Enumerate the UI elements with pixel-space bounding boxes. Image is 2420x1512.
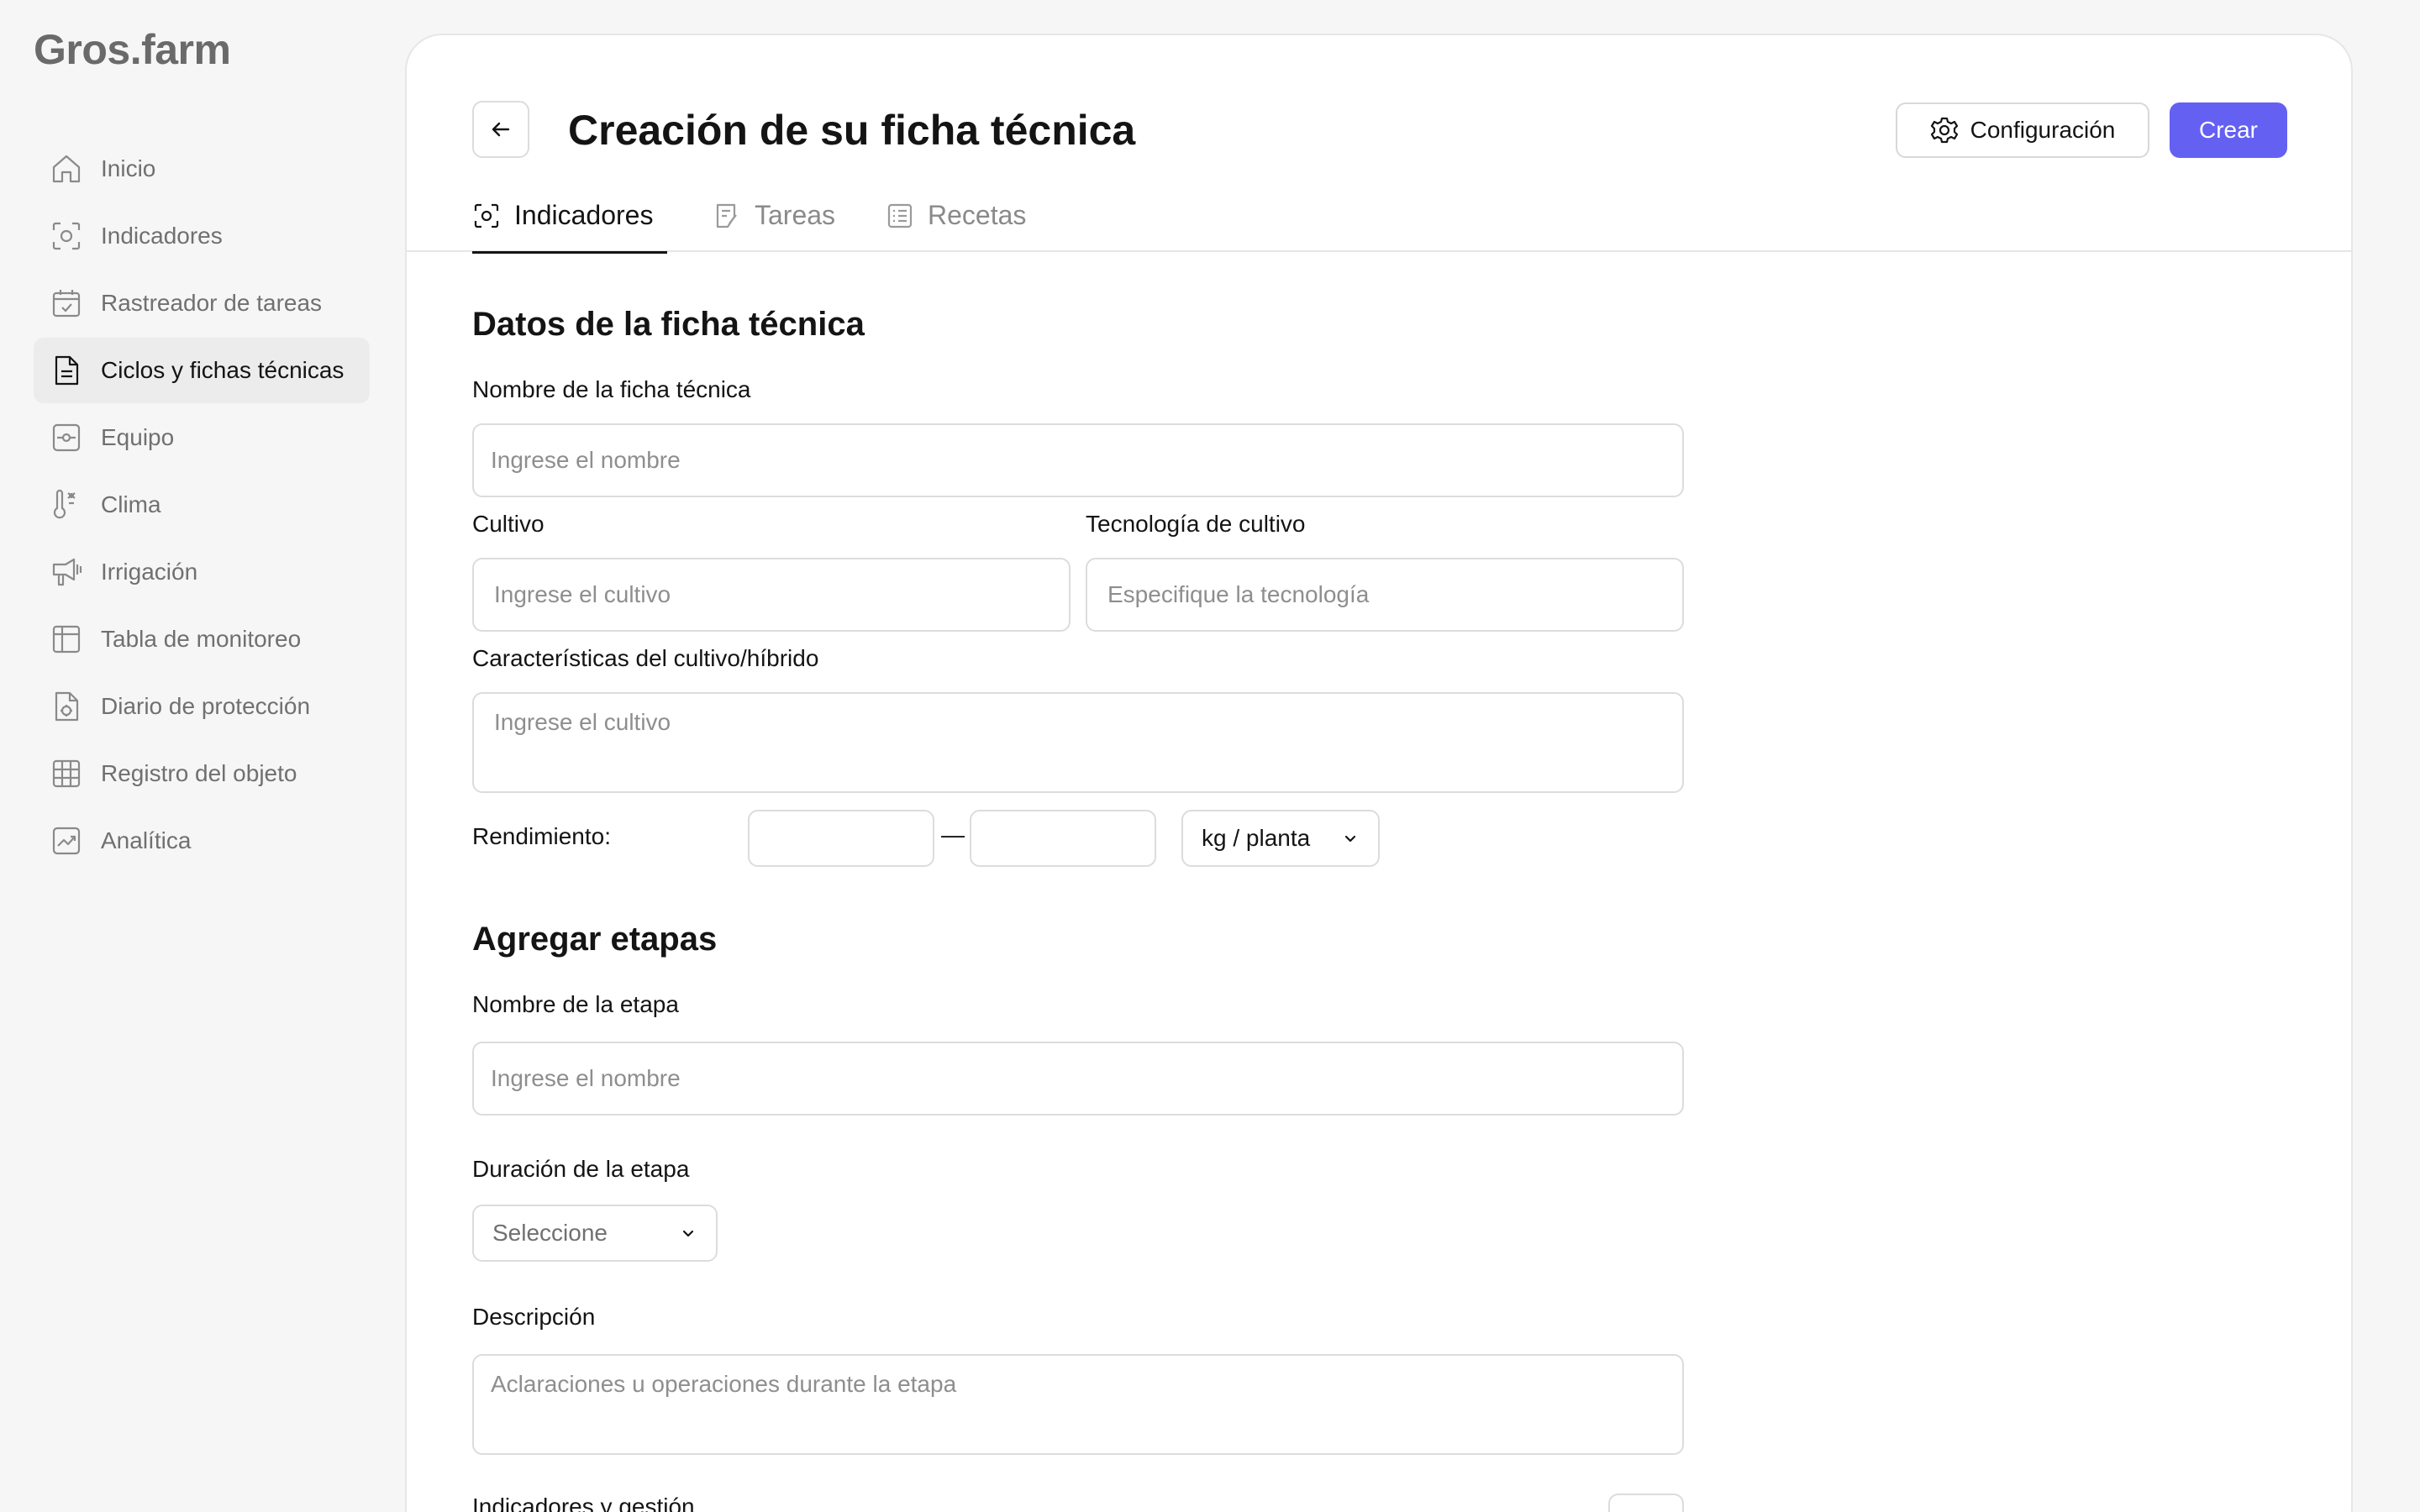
tab-tareas[interactable]: Tareas [713, 200, 835, 252]
stage-name-input[interactable] [472, 1042, 1684, 1116]
sidebar-nav: Inicio Indicadores Rastreador de tareas … [34, 136, 370, 875]
thermometer-icon [49, 487, 84, 522]
sidebar-item-label: Irrigación [101, 559, 198, 585]
indicators-management-label: Indicadores y gestión [472, 1494, 695, 1512]
sidebar-item-equipo[interactable]: Equipo [34, 405, 370, 470]
technology-input[interactable] [1086, 558, 1684, 632]
yield-unit-select[interactable]: kg / planta [1181, 810, 1380, 867]
sidebar-item-label: Rastreador de tareas [101, 290, 323, 316]
technology-label: Tecnología de cultivo [1086, 511, 1306, 537]
grid-icon [49, 756, 84, 791]
sidebar: Gros.farm Inicio Indicadores Rastreador … [0, 0, 405, 1512]
sidebar-item-clima[interactable]: Clima [34, 472, 370, 538]
sidebar-item-label: Analítica [101, 827, 192, 853]
sidebar-item-tabla-monitoreo[interactable]: Tabla de monitoreo [34, 606, 370, 672]
sidebar-item-label: Diario de protección [101, 693, 311, 719]
sidebar-item-analitica[interactable]: Analítica [34, 808, 370, 874]
protection-diary-icon [49, 689, 84, 724]
section-title-etapas: Agregar etapas [472, 921, 718, 958]
gear-icon [1930, 117, 1958, 144]
sidebar-item-diario[interactable]: Diario de protección [34, 674, 370, 739]
back-button[interactable] [472, 101, 529, 158]
sidebar-item-label: Indicadores [101, 223, 223, 249]
app: Gros.farm Inicio Indicadores Rastreador … [0, 0, 2420, 1512]
table-icon [49, 622, 84, 657]
sidebar-item-irrigacion[interactable]: Irrigación [34, 539, 370, 605]
yield-separator: — [941, 822, 965, 848]
sidebar-item-label: Equipo [101, 424, 175, 450]
chevron-down-icon [682, 1230, 694, 1237]
list-icon [886, 202, 914, 230]
duration-value: Seleccione [492, 1220, 608, 1246]
duration-select[interactable]: Seleccione [472, 1205, 718, 1262]
features-textarea[interactable] [472, 692, 1684, 793]
sidebar-item-rastreador[interactable]: Rastreador de tareas [34, 270, 370, 336]
sidebar-item-label: Ciclos y fichas técnicas [101, 357, 345, 383]
section-title-datos: Datos de la ficha técnica [472, 306, 865, 343]
home-icon [49, 151, 84, 186]
sidebar-item-registro[interactable]: Registro del objeto [34, 741, 370, 806]
configuration-button[interactable]: Configuración [1896, 102, 2149, 158]
main-card: Creación de su ficha técnica Configuraci… [405, 34, 2353, 1512]
sidebar-item-label: Inicio [101, 155, 156, 181]
calendar-check-icon [49, 286, 84, 321]
yield-max-input[interactable] [970, 810, 1156, 867]
tab-bar: Indicadores Tareas Recetas [407, 200, 2351, 254]
page-title: Creación de su ficha técnica [568, 107, 1136, 154]
document-icon [49, 353, 84, 388]
yield-unit-value: kg / planta [1202, 825, 1311, 851]
tab-label: Indicadores [514, 200, 654, 230]
tab-indicadores[interactable]: Indicadores [472, 200, 667, 254]
indicators-icon [472, 202, 501, 230]
description-label: Descripción [472, 1304, 596, 1330]
chevron-down-icon [1344, 835, 1356, 843]
create-button[interactable]: Crear [2170, 102, 2287, 158]
notes-icon [713, 202, 741, 230]
analytics-icon [49, 823, 84, 858]
sidebar-item-inicio[interactable]: Inicio [34, 136, 370, 202]
indicators-toggle[interactable] [1608, 1494, 1684, 1512]
crop-input[interactable] [472, 558, 1071, 632]
features-label: Características del cultivo/híbrido [472, 645, 819, 671]
tab-label: Recetas [928, 200, 1027, 230]
arrow-left-icon [492, 122, 510, 137]
tab-recetas[interactable]: Recetas [886, 200, 1026, 252]
sheet-name-input[interactable] [472, 423, 1684, 497]
name-label: Nombre de la ficha técnica [472, 376, 751, 402]
stage-name-label: Nombre de la etapa [472, 991, 679, 1017]
duration-label: Duración de la etapa [472, 1156, 690, 1182]
description-textarea[interactable] [472, 1354, 1684, 1455]
crop-label: Cultivo [472, 511, 544, 537]
sidebar-item-label: Registro del objeto [101, 760, 297, 786]
sidebar-item-indicadores[interactable]: Indicadores [34, 203, 370, 269]
configuration-label: Configuración [1970, 117, 2116, 143]
yield-label: Rendimiento: [472, 823, 611, 849]
equipment-icon [49, 420, 84, 455]
irrigation-icon [49, 554, 84, 590]
sidebar-item-ciclos[interactable]: Ciclos y fichas técnicas [34, 338, 370, 403]
sidebar-item-label: Clima [101, 491, 161, 517]
logo[interactable]: Gros.farm [34, 25, 231, 74]
tab-label: Tareas [755, 200, 836, 230]
sidebar-item-label: Tabla de monitoreo [101, 626, 302, 652]
yield-min-input[interactable] [748, 810, 934, 867]
indicators-icon [49, 218, 84, 254]
